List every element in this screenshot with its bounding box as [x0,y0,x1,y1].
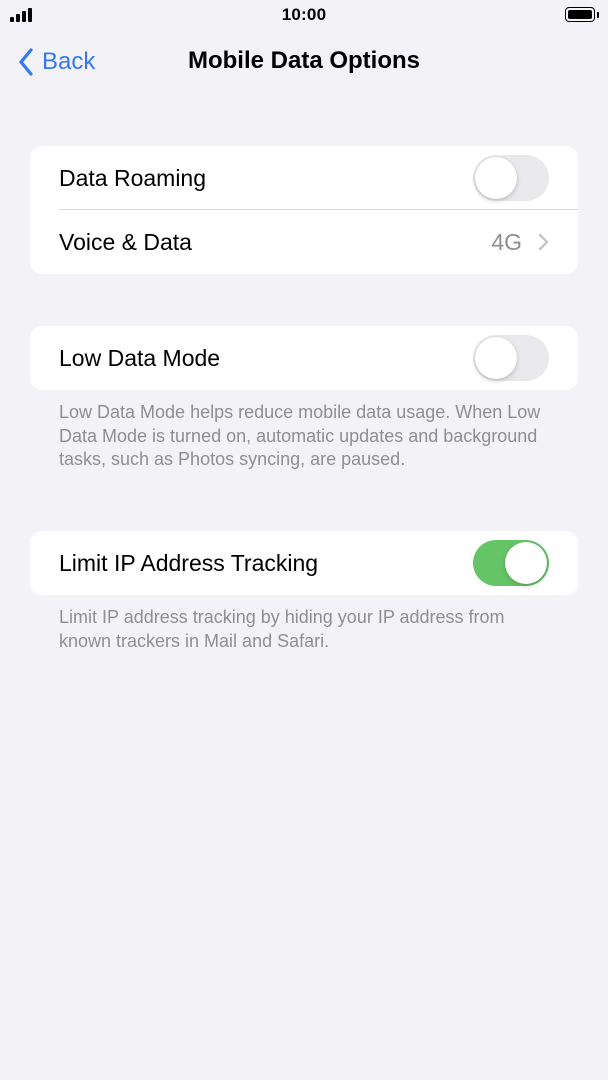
battery-tip [597,12,599,18]
limit-ip-tracking-toggle[interactable] [473,540,549,586]
voice-data-label: Voice & Data [59,228,192,255]
data-roaming-row: Data Roaming [30,146,578,210]
toggle-knob [475,337,517,379]
voice-data-value-group: 4G [491,229,549,256]
battery-icon [565,7,595,22]
low-data-mode-row: Low Data Mode [30,326,578,390]
page-title: Mobile Data Options [187,47,420,74]
limit-ip-tracking-row: Limit IP Address Tracking [30,531,578,595]
voice-data-value: 4G [491,228,522,255]
low-data-mode-label: Low Data Mode [59,344,221,371]
ip-tracking-group: Limit IP Address Tracking [30,531,578,595]
roaming-group: Data Roaming Voice & Data 4G [30,146,578,274]
status-bar: 10:00 [0,0,608,32]
low-data-mode-toggle[interactable] [473,335,549,381]
limit-ip-tracking-footer: Limit IP address tracking by hiding your… [59,607,505,651]
navigation-bar: Back Mobile Data Options [0,40,608,84]
chevron-right-icon [538,233,549,251]
toggle-knob [505,542,547,584]
toggle-knob [475,157,517,199]
data-roaming-toggle[interactable] [473,155,549,201]
limit-ip-tracking-label: Limit IP Address Tracking [59,549,319,576]
low-data-mode-footer: Low Data Mode helps reduce mobile data u… [59,402,541,469]
data-roaming-label: Data Roaming [59,164,207,191]
low-data-group: Low Data Mode [30,326,578,390]
status-time: 10:00 [281,5,327,24]
voice-data-row[interactable]: Voice & Data 4G [30,210,578,274]
